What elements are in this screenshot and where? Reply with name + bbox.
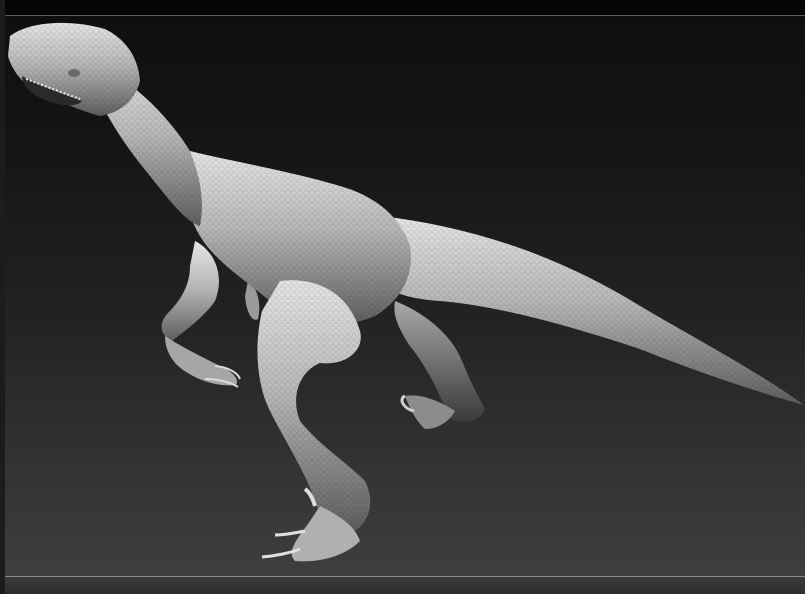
3d-viewport-canvas[interactable] [5, 15, 805, 577]
raptor-model[interactable] [5, 15, 805, 577]
near-hind-leg [257, 280, 371, 562]
eye-icon [68, 69, 80, 77]
far-hind-leg [394, 301, 485, 429]
neck-and-head [8, 22, 202, 226]
top-toolbar-strip [5, 0, 805, 15]
sculpt-app-window [0, 0, 805, 594]
bottom-status-strip [5, 577, 805, 594]
